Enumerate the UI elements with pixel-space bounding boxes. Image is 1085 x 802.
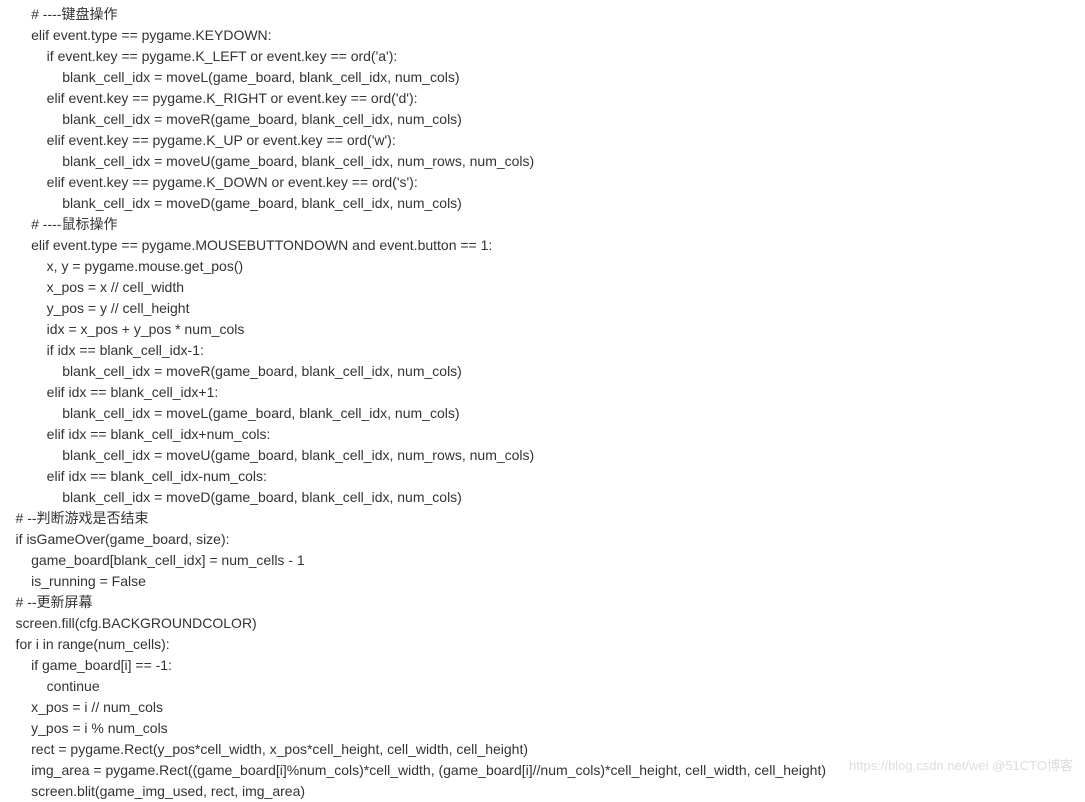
code-line: if isGameOver(game_board, size): xyxy=(0,529,1085,550)
code-line: for i in range(num_cells): xyxy=(0,634,1085,655)
code-line: x_pos = i // num_cols xyxy=(0,697,1085,718)
code-line: blank_cell_idx = moveD(game_board, blank… xyxy=(0,193,1085,214)
code-line: screen.blit(game_img_used, rect, img_are… xyxy=(0,781,1085,802)
code-line: idx = x_pos + y_pos * num_cols xyxy=(0,319,1085,340)
code-line: elif idx == blank_cell_idx+1: xyxy=(0,382,1085,403)
code-line: blank_cell_idx = moveL(game_board, blank… xyxy=(0,67,1085,88)
code-line: elif event.key == pygame.K_DOWN or event… xyxy=(0,172,1085,193)
code-line: elif event.key == pygame.K_UP or event.k… xyxy=(0,130,1085,151)
code-line: rect = pygame.Rect(y_pos*cell_width, x_p… xyxy=(0,739,1085,760)
code-line: if game_board[i] == -1: xyxy=(0,655,1085,676)
code-line: # ----键盘操作 xyxy=(0,4,1085,25)
code-line: if event.key == pygame.K_LEFT or event.k… xyxy=(0,46,1085,67)
code-line: img_area = pygame.Rect((game_board[i]%nu… xyxy=(0,760,1085,781)
code-line: # --更新屏幕 xyxy=(0,592,1085,613)
code-line: game_board[blank_cell_idx] = num_cells -… xyxy=(0,550,1085,571)
code-line: if idx == blank_cell_idx-1: xyxy=(0,340,1085,361)
code-line: y_pos = y // cell_height xyxy=(0,298,1085,319)
code-line: elif event.type == pygame.KEYDOWN: xyxy=(0,25,1085,46)
code-line: blank_cell_idx = moveR(game_board, blank… xyxy=(0,109,1085,130)
code-line: elif event.key == pygame.K_RIGHT or even… xyxy=(0,88,1085,109)
code-line: continue xyxy=(0,676,1085,697)
code-line: screen.fill(cfg.BACKGROUNDCOLOR) xyxy=(0,613,1085,634)
code-line: x_pos = x // cell_width xyxy=(0,277,1085,298)
code-line: # --判断游戏是否结束 xyxy=(0,508,1085,529)
code-line: blank_cell_idx = moveL(game_board, blank… xyxy=(0,403,1085,424)
code-line: elif idx == blank_cell_idx+num_cols: xyxy=(0,424,1085,445)
code-line: is_running = False xyxy=(0,571,1085,592)
code-line: blank_cell_idx = moveU(game_board, blank… xyxy=(0,445,1085,466)
code-line: blank_cell_idx = moveR(game_board, blank… xyxy=(0,361,1085,382)
code-block: # ----键盘操作 elif event.type == pygame.KEY… xyxy=(0,0,1085,802)
code-line: y_pos = i % num_cols xyxy=(0,718,1085,739)
code-line: # ----鼠标操作 xyxy=(0,214,1085,235)
code-line: elif event.type == pygame.MOUSEBUTTONDOW… xyxy=(0,235,1085,256)
code-line: x, y = pygame.mouse.get_pos() xyxy=(0,256,1085,277)
code-line: blank_cell_idx = moveU(game_board, blank… xyxy=(0,151,1085,172)
code-line: elif idx == blank_cell_idx-num_cols: xyxy=(0,466,1085,487)
code-line: blank_cell_idx = moveD(game_board, blank… xyxy=(0,487,1085,508)
